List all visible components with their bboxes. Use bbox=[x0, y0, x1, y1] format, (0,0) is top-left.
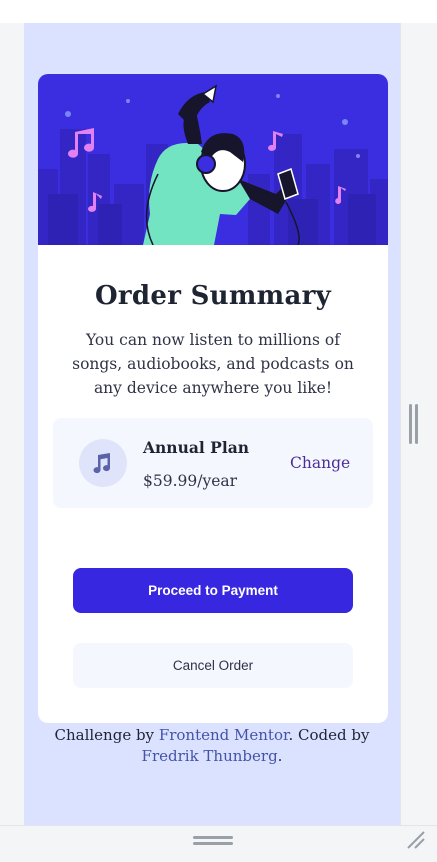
resize-handle-vertical[interactable] bbox=[409, 404, 419, 444]
resize-handle-horizontal[interactable] bbox=[193, 836, 233, 846]
change-plan-link[interactable]: Change bbox=[290, 454, 350, 472]
order-description: You can now listen to millions of songs,… bbox=[72, 331, 354, 397]
plan-summary: Annual Plan $59.99/year Change bbox=[53, 418, 373, 508]
plan-name: Annual Plan bbox=[143, 438, 250, 457]
attribution: Challenge by Frontend Mentor. Coded by F… bbox=[24, 725, 400, 767]
devtools-left-rail bbox=[0, 23, 24, 825]
cancel-order-button[interactable]: Cancel Order bbox=[73, 643, 353, 688]
attribution-middle: . Coded by bbox=[288, 726, 370, 744]
author-link[interactable]: Fredrik Thunberg bbox=[142, 747, 278, 765]
order-summary-card: Order Summary You can now listen to mill… bbox=[38, 74, 388, 723]
music-note-icon bbox=[79, 439, 127, 487]
frontend-mentor-link[interactable]: Frontend Mentor bbox=[159, 726, 289, 744]
attribution-suffix: . bbox=[277, 747, 283, 765]
attribution-prefix: Challenge by bbox=[54, 726, 159, 744]
proceed-to-payment-button[interactable]: Proceed to Payment bbox=[73, 568, 353, 613]
plan-price: $59.99/year bbox=[143, 472, 238, 490]
hero-illustration bbox=[38, 74, 388, 245]
page-title: Order Summary bbox=[94, 281, 332, 311]
corner-resize-grip-icon[interactable] bbox=[404, 828, 426, 850]
page-viewport: Order Summary You can now listen to mill… bbox=[24, 23, 400, 825]
